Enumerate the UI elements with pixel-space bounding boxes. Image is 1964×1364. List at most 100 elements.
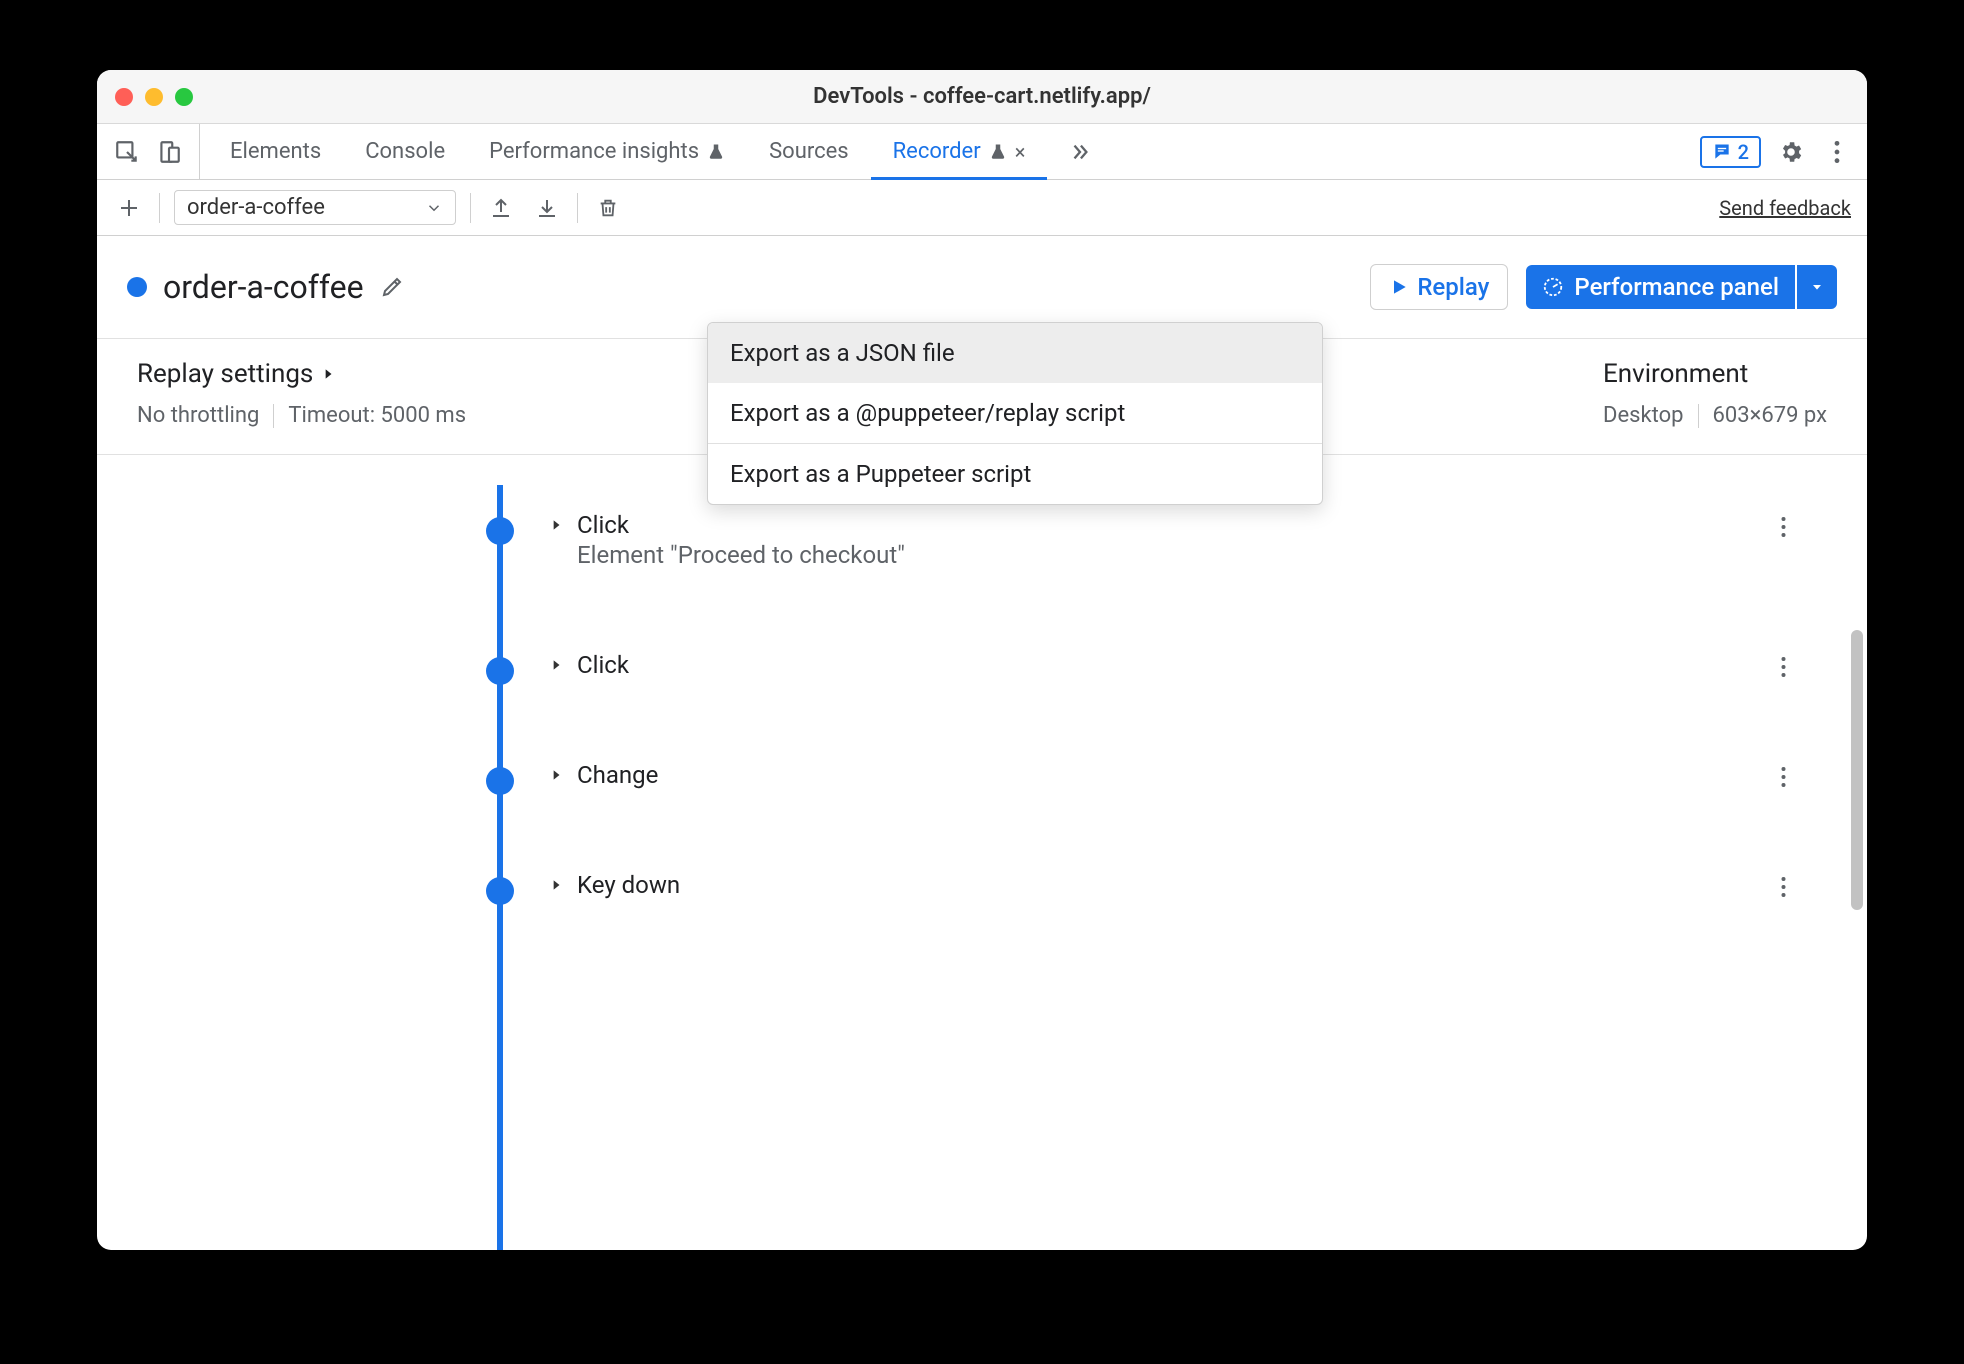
- tab-label: Recorder: [893, 139, 981, 164]
- flask-icon: [989, 143, 1007, 161]
- export-dropdown: Export as a JSON file Export as a @puppe…: [707, 322, 1323, 505]
- trash-icon: [597, 196, 619, 220]
- export-json-item[interactable]: Export as a JSON file: [708, 323, 1322, 383]
- timeline-dot-icon: [486, 767, 514, 795]
- kebab-icon: [1780, 515, 1787, 539]
- throttling-value: No throttling: [137, 403, 259, 428]
- devtools-window: DevTools - coffee-cart.netlify.app/ Elem…: [97, 70, 1867, 1250]
- timeline-dot-icon: [486, 877, 514, 905]
- titlebar: DevTools - coffee-cart.netlify.app/: [97, 70, 1867, 124]
- tab-label: Console: [365, 139, 445, 164]
- edit-title-button[interactable]: [380, 275, 404, 299]
- kebab-icon: [1780, 875, 1787, 899]
- inspect-element-icon[interactable]: [111, 136, 143, 168]
- caret-right-icon: [321, 366, 335, 382]
- tabbar-left-tools: [111, 124, 200, 179]
- recording-selector[interactable]: order-a-coffee: [174, 190, 456, 225]
- more-tabs-button[interactable]: [1047, 124, 1113, 179]
- step-menu-button[interactable]: [1780, 515, 1787, 539]
- tab-performance-insights[interactable]: Performance insights: [467, 124, 747, 179]
- viewport-value: 603×679 px: [1713, 403, 1828, 428]
- tab-label: Sources: [769, 139, 849, 164]
- chat-icon: [1712, 142, 1732, 162]
- tab-sources[interactable]: Sources: [747, 124, 871, 179]
- expand-caret-icon[interactable]: [549, 657, 563, 673]
- export-puppeteer-item[interactable]: Export as a Puppeteer script: [708, 444, 1322, 504]
- tab-label: Elements: [230, 139, 321, 164]
- panel-tabs: Elements Console Performance insights So…: [208, 124, 1113, 179]
- step-menu-button[interactable]: [1780, 765, 1787, 789]
- scrollbar[interactable]: [1851, 630, 1863, 1050]
- environment-values: Desktop 603×679 px: [1603, 403, 1827, 428]
- chevrons-right-icon: [1069, 141, 1091, 163]
- step-menu-button[interactable]: [1780, 875, 1787, 899]
- play-icon: [1389, 277, 1409, 297]
- expand-caret-icon[interactable]: [549, 877, 563, 893]
- step-title: Change: [577, 761, 658, 789]
- expand-caret-icon[interactable]: [549, 517, 563, 533]
- window-title: DevTools - coffee-cart.netlify.app/: [97, 84, 1867, 109]
- performance-panel-dropdown[interactable]: [1797, 265, 1837, 309]
- replay-settings-label: Replay settings: [137, 359, 313, 389]
- recorder-toolbar: order-a-coffee Send feedback: [97, 180, 1867, 236]
- expand-caret-icon[interactable]: [549, 767, 563, 783]
- step-row[interactable]: Click: [137, 625, 1827, 705]
- kebab-menu-icon[interactable]: [1821, 136, 1853, 168]
- window-minimize-button[interactable]: [145, 88, 163, 106]
- download-icon: [535, 196, 559, 220]
- separator: [1698, 404, 1699, 428]
- chevron-down-icon: [425, 199, 443, 217]
- step-subtitle: Element "Proceed to checkout": [577, 541, 905, 569]
- replay-label: Replay: [1417, 273, 1489, 301]
- scrollbar-thumb[interactable]: [1851, 630, 1863, 910]
- step-row[interactable]: Key down: [137, 845, 1827, 925]
- device-value: Desktop: [1603, 403, 1684, 428]
- issues-count: 2: [1738, 140, 1749, 164]
- performance-panel-button[interactable]: Performance panel: [1526, 265, 1795, 309]
- device-toolbar-icon[interactable]: [153, 136, 185, 168]
- timeline-dot-icon: [486, 657, 514, 685]
- recording-indicator-icon: [127, 277, 147, 297]
- step-menu-button[interactable]: [1780, 655, 1787, 679]
- tabbar-right-tools: 2: [1700, 124, 1853, 179]
- environment-settings: Environment Desktop 603×679 px: [1603, 359, 1827, 428]
- recording-selector-label: order-a-coffee: [187, 195, 325, 220]
- environment-label: Environment: [1603, 359, 1748, 389]
- new-recording-button[interactable]: [113, 192, 145, 224]
- tab-recorder[interactable]: Recorder ×: [871, 124, 1048, 179]
- replay-button[interactable]: Replay: [1370, 264, 1508, 310]
- close-icon[interactable]: ×: [1015, 140, 1026, 164]
- panel-tabbar: Elements Console Performance insights So…: [97, 124, 1867, 180]
- traffic-lights: [115, 88, 193, 106]
- performance-panel-split-button: Performance panel: [1526, 265, 1837, 309]
- recording-title: order-a-coffee: [163, 268, 364, 306]
- tab-label: Performance insights: [489, 139, 699, 164]
- separator: [273, 404, 274, 428]
- gauge-icon: [1542, 276, 1564, 298]
- flask-icon: [707, 143, 725, 161]
- upload-icon: [489, 196, 513, 220]
- send-feedback-link[interactable]: Send feedback: [1719, 196, 1851, 220]
- import-button[interactable]: [531, 192, 563, 224]
- step-title: Click: [577, 651, 629, 679]
- replay-settings: Replay settings No throttling Timeout: 5…: [137, 359, 466, 428]
- performance-panel-label: Performance panel: [1574, 273, 1779, 301]
- settings-gear-icon[interactable]: [1775, 136, 1807, 168]
- environment-heading: Environment: [1603, 359, 1827, 389]
- delete-button[interactable]: [592, 192, 624, 224]
- pencil-icon: [380, 275, 404, 299]
- replay-settings-heading[interactable]: Replay settings: [137, 359, 466, 389]
- plus-icon: [117, 196, 141, 220]
- window-close-button[interactable]: [115, 88, 133, 106]
- tab-elements[interactable]: Elements: [208, 124, 343, 179]
- export-button[interactable]: [485, 192, 517, 224]
- export-puppeteer-replay-item[interactable]: Export as a @puppeteer/replay script: [708, 383, 1322, 443]
- header-buttons: Replay Performance panel: [1370, 264, 1837, 310]
- separator: [159, 193, 160, 223]
- timeout-value: Timeout: 5000 ms: [288, 403, 466, 428]
- step-row[interactable]: Change: [137, 735, 1827, 815]
- step-title: Click: [577, 511, 905, 539]
- tab-console[interactable]: Console: [343, 124, 467, 179]
- window-maximize-button[interactable]: [175, 88, 193, 106]
- issues-chip[interactable]: 2: [1700, 136, 1761, 168]
